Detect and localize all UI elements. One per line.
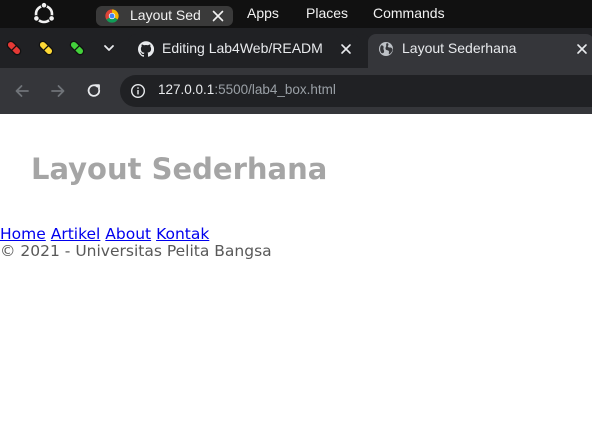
nav-link-about[interactable]: About	[105, 225, 151, 243]
url-text[interactable]: 127.0.0.1:5500/lab4_box.html	[158, 82, 336, 97]
page-footer: © 2021 - Universitas Pelita Bangsa	[0, 242, 272, 260]
web-page-content: Layout Sederhana Home Artikel About Kont…	[0, 114, 592, 421]
os-menu-commands[interactable]: Commands	[373, 5, 445, 21]
chrome-logo-icon	[105, 9, 119, 23]
reload-icon[interactable]	[84, 81, 104, 101]
url-host: 127.0.0.1	[158, 82, 215, 97]
close-icon[interactable]	[338, 41, 354, 57]
tab-layout-sederhana[interactable]: Layout Sederhana	[368, 34, 592, 68]
tab-search-chevron-icon[interactable]	[96, 36, 122, 60]
os-menu-places[interactable]: Places	[306, 5, 348, 21]
os-menu-apps[interactable]: Apps	[247, 5, 279, 21]
ubuntu-logo-icon[interactable]	[32, 2, 56, 26]
nav-link-home[interactable]: Home	[0, 225, 46, 243]
browser-tab-strip: Editing Lab4Web/READM Layout Sederhana	[0, 28, 592, 68]
nav-link-kontak[interactable]: Kontak	[156, 225, 209, 243]
forward-arrow-icon[interactable]	[48, 81, 68, 101]
pill-green-icon[interactable]	[67, 38, 87, 58]
github-icon	[138, 41, 154, 57]
tab-editing-readme[interactable]: Editing Lab4Web/READM	[128, 34, 360, 68]
back-arrow-icon[interactable]	[12, 81, 32, 101]
browser-toolbar: 127.0.0.1:5500/lab4_box.html	[0, 68, 592, 114]
close-icon[interactable]	[574, 41, 590, 57]
os-top-panel: Layout Sed Apps Places Commands	[0, 0, 592, 28]
info-icon[interactable]	[130, 83, 146, 99]
os-app-title: Layout Sed	[130, 7, 201, 23]
address-bar[interactable]: 127.0.0.1:5500/lab4_box.html	[120, 75, 592, 107]
nav-link-artikel[interactable]: Artikel	[51, 225, 101, 243]
os-app-indicator[interactable]: Layout Sed	[96, 6, 233, 26]
pill-red-icon[interactable]	[4, 38, 24, 58]
tab-title: Editing Lab4Web/READM	[162, 40, 323, 56]
url-path: :5500/lab4_box.html	[214, 82, 336, 97]
globe-icon	[379, 42, 393, 56]
pill-yellow-icon[interactable]	[36, 38, 56, 58]
tab-title: Layout Sederhana	[402, 40, 517, 56]
site-nav: Home Artikel About Kontak	[0, 225, 209, 243]
close-icon[interactable]	[210, 8, 226, 24]
page-title: Layout Sederhana	[31, 152, 328, 186]
